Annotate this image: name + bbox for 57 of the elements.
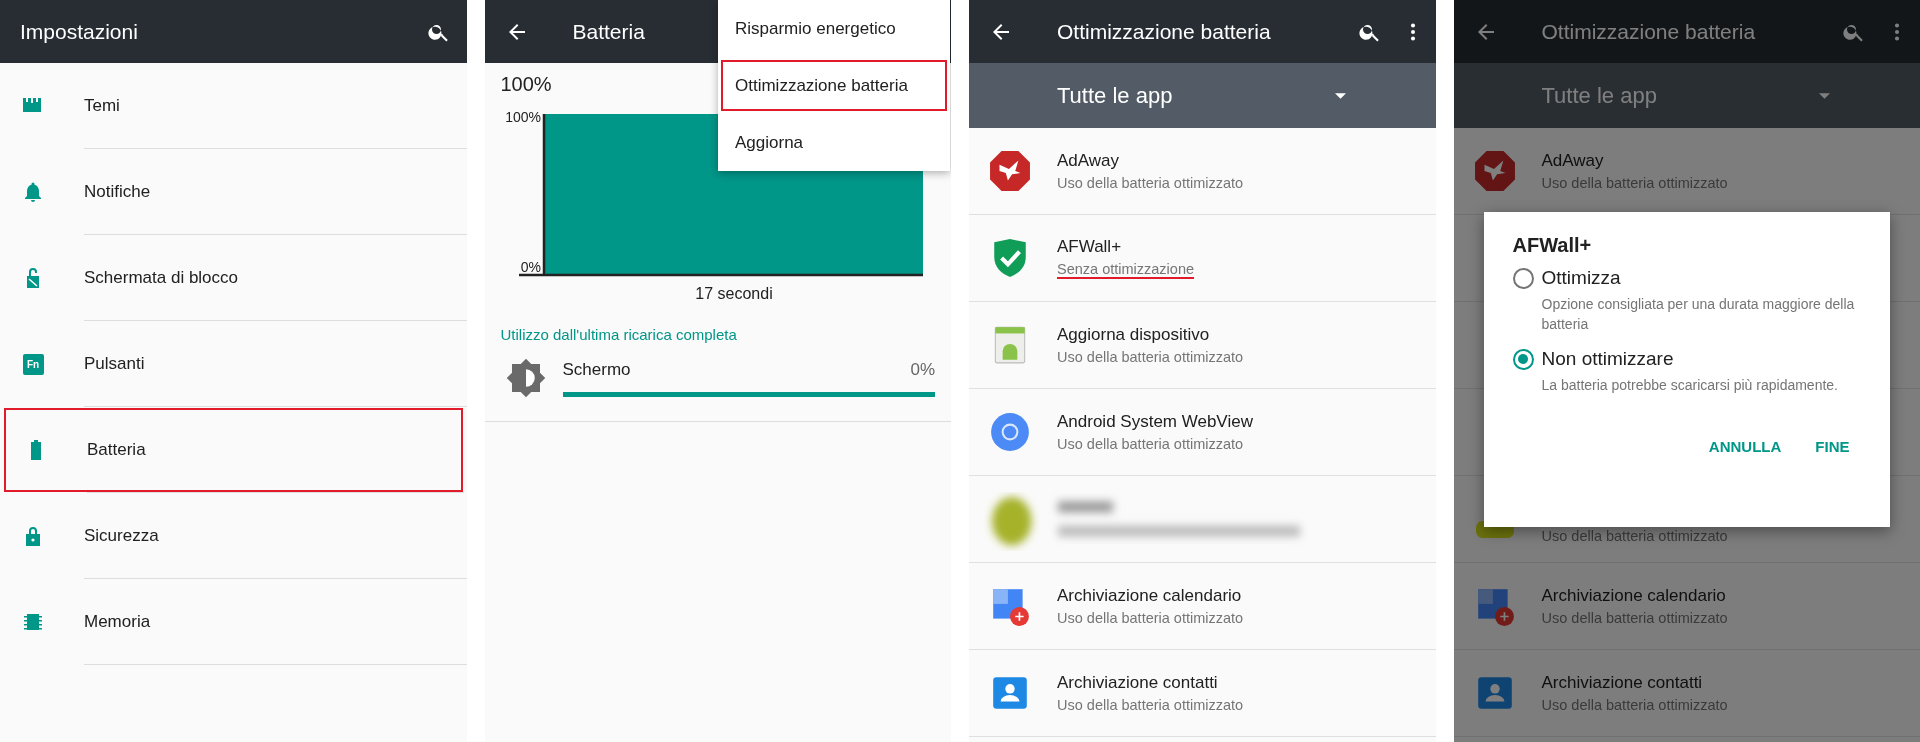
app-name: Archiviazione contatti xyxy=(1541,673,1704,693)
dialog-title: AFWall+ xyxy=(1512,234,1593,257)
app-name: Archiviazione calendario xyxy=(1057,586,1243,606)
settings-item[interactable]: Sicurezza xyxy=(0,493,467,579)
browser-ring-icon xyxy=(989,411,1031,453)
menu-item[interactable]: Ottimizzazione batteria xyxy=(718,57,950,114)
radio-button[interactable] xyxy=(1512,348,1534,370)
app-name: AdAway xyxy=(1057,151,1121,171)
dialog-button[interactable]: FINE xyxy=(1805,429,1860,463)
option-label[interactable]: Non ottimizzare xyxy=(1541,348,1674,371)
screen-title: Impostazioni xyxy=(20,19,138,44)
app-status: Uso della batteria ottimizzato xyxy=(1057,349,1244,365)
app-name: AdAway xyxy=(1541,151,1605,171)
graph-label: 0% xyxy=(520,259,541,275)
menu-item[interactable]: Aggiorna xyxy=(718,114,950,171)
app-status: Uso della batteria ottimizzato xyxy=(1057,436,1244,452)
screen-title: Batteria xyxy=(572,19,645,44)
app-name: Archiviazione contatti xyxy=(1057,673,1219,693)
filter-dropdown[interactable]: Tutte le app xyxy=(969,63,1436,128)
settings-item[interactable]: Fn Pulsanti xyxy=(0,321,467,407)
stop-sign-icon xyxy=(1473,150,1516,192)
screen-title: Ottimizzazione batteria xyxy=(1541,19,1756,44)
dropdown-caret-icon xyxy=(1334,92,1346,99)
fn-key-icon: Fn xyxy=(22,353,44,375)
app-status: Uso della batteria ottimizzato xyxy=(1057,175,1244,191)
usage-name: Schermo xyxy=(562,359,631,380)
app-name: Archiviazione calendario xyxy=(1541,586,1727,606)
app-status: Senza ottimizzazione xyxy=(1057,261,1194,279)
brightness-icon xyxy=(504,357,547,399)
settings-item[interactable]: Schermata di blocco xyxy=(0,235,467,321)
app-status: Uso della batteria ottimizzato xyxy=(1541,175,1728,191)
dialog-button[interactable]: ANNULLA xyxy=(1698,429,1792,463)
settings-item[interactable]: Memoria xyxy=(0,579,467,665)
battery-percent: 100% xyxy=(500,73,552,96)
option-label[interactable]: Ottimizza xyxy=(1541,267,1621,289)
app-status: Uso della batteria ottimizzato xyxy=(1057,697,1244,713)
graph-label: 100% xyxy=(504,109,541,125)
screen-title: Ottimizzazione batteria xyxy=(1057,19,1271,44)
radio-button[interactable] xyxy=(1512,267,1534,289)
settings-item[interactable]: Batteria xyxy=(3,407,464,493)
app-status: Uso della batteria ottimizzato xyxy=(1057,610,1244,626)
option-description: La batteria potrebbe scaricarsi più rapidamente. xyxy=(1541,376,1839,396)
dropdown-caret-icon xyxy=(1819,92,1830,99)
app-status: Uso della batteria ottimizzato xyxy=(1541,697,1728,713)
app-name: Android System WebView xyxy=(1057,412,1253,432)
stop-sign-icon xyxy=(989,150,1031,192)
menu-item[interactable]: Risparmio energetico xyxy=(718,0,950,57)
option-description: Opzione consigliata per una durata maggiore della batteria xyxy=(1541,295,1856,334)
section-title: Utilizzo dall'ultima ricarica completa xyxy=(500,326,738,343)
graph-time-label: 17 secondi xyxy=(694,285,773,302)
app-name: Aggiorna dispositivo xyxy=(1057,325,1211,345)
app-status: Uso della batteria ottimizzato xyxy=(1541,528,1728,544)
app-name: AFWall+ xyxy=(1057,237,1123,257)
settings-item[interactable]: Notifiche xyxy=(0,149,467,235)
app-status: Uso della batteria ottimizzato xyxy=(1541,610,1728,626)
usage-percent: 0% xyxy=(910,359,935,380)
settings-item[interactable]: Temi xyxy=(0,63,467,149)
